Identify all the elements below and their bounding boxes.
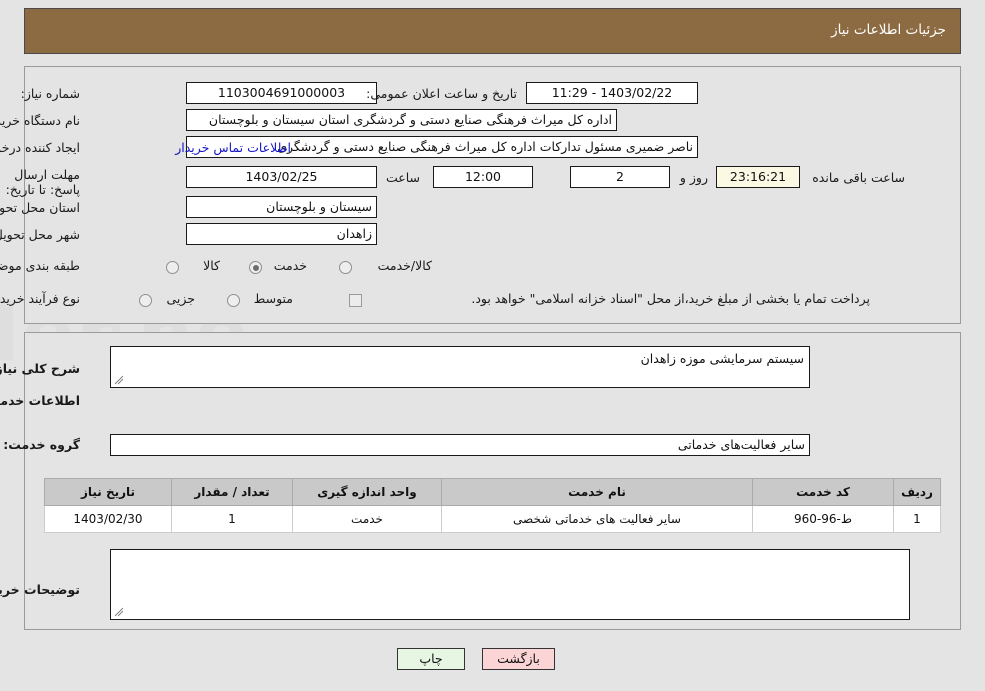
category-radio-kala-khedmat[interactable] — [339, 261, 352, 274]
cell-name: سایر فعالیت های خدماتی شخصی — [441, 505, 753, 533]
general-need-textarea[interactable]: سیستم سرمایشی موزه زاهدان — [110, 346, 810, 388]
page-title: جزئیات اطلاعات نیاز — [831, 22, 946, 38]
remaining-days-value: 2 — [570, 166, 670, 188]
buyer-org-value: اداره کل میراث فرهنگی صنایع دستی و گردشگ… — [186, 109, 617, 131]
need-number-label: شماره نیاز: — [20, 86, 80, 101]
public-announce-value: 1403/02/22 - 11:29 — [526, 82, 698, 104]
public-announce-label: تاریخ و ساعت اعلان عمومی: — [366, 86, 517, 101]
need-number-value: 1103004691000003 — [186, 82, 377, 104]
buyer-notes-textarea[interactable] — [110, 549, 910, 620]
process-label-motavaset: متوسط — [253, 291, 293, 306]
table-row: 1 ط-96-960 سایر فعالیت های خدماتی شخصی خ… — [44, 505, 941, 533]
general-need-value: سیستم سرمایشی موزه زاهدان — [640, 351, 804, 366]
deadline-hour-label: ساعت — [385, 170, 420, 185]
category-label-khedmat: خدمت — [273, 258, 307, 273]
treasury-bond-label: پرداخت تمام یا بخشی از مبلغ خرید،از محل … — [471, 291, 870, 306]
general-need-label: شرح کلی نیاز: — [0, 361, 80, 376]
page-header-bar: جزئیات اطلاعات نیاز — [24, 8, 961, 54]
service-group-value: سایر فعالیت‌های خدماتی — [110, 434, 810, 456]
process-radio-motavaset[interactable] — [227, 294, 240, 307]
col-unit: واحد اندازه گیری — [292, 478, 442, 506]
countdown-label: ساعت باقی مانده — [812, 170, 905, 185]
col-date: تاریخ نیاز — [44, 478, 172, 506]
services-table: ردیف کد خدمت نام خدمت واحد اندازه گیری ت… — [44, 478, 941, 533]
back-button[interactable]: بازگشت — [482, 648, 555, 670]
col-row: ردیف — [893, 478, 941, 506]
cell-code: ط-96-960 — [752, 505, 894, 533]
buyer-contact-link[interactable]: اطلاعات تماس خریدار — [175, 140, 291, 155]
process-type-label: نوع فرآیند خرید : — [0, 291, 80, 306]
col-code: کد خدمت — [752, 478, 894, 506]
cell-date: 1403/02/30 — [44, 505, 172, 533]
cell-row: 1 — [893, 505, 941, 533]
buyer-notes-label: توضیحات خریدار: — [0, 582, 80, 597]
cell-qty: 1 — [171, 505, 293, 533]
resize-grip-icon-notes[interactable] — [114, 607, 124, 617]
deadline-label: مهلت ارسال پاسخ: تا تاریخ: — [5, 167, 80, 197]
deadline-date-value: 1403/02/25 — [186, 166, 377, 188]
countdown-value: 23:16:21 — [716, 166, 800, 188]
need-info-panel — [24, 66, 961, 324]
category-radio-khedmat[interactable] — [249, 261, 262, 274]
print-button[interactable]: چاپ — [397, 648, 465, 670]
treasury-bond-checkbox[interactable] — [349, 294, 362, 307]
creator-label: ایجاد کننده درخواست: — [0, 140, 80, 155]
table-header-row: ردیف کد خدمت نام خدمت واحد اندازه گیری ت… — [44, 478, 941, 506]
category-label: طبقه بندی موضوعی: — [0, 258, 80, 273]
delivery-city-label: شهر محل تحویل: — [0, 227, 80, 242]
category-radio-kala[interactable] — [166, 261, 179, 274]
delivery-province-label: استان محل تحویل: — [0, 200, 80, 215]
buyer-org-label: نام دستگاه خریدار: — [0, 113, 80, 128]
process-label-jozii: جزیی — [166, 291, 195, 306]
category-label-kala-khedmat: کالا/خدمت — [377, 258, 432, 273]
remaining-days-label: روز و — [679, 170, 708, 185]
resize-grip-icon[interactable] — [114, 375, 124, 385]
services-section-heading: اطلاعات خدمات مورد نیاز — [0, 393, 80, 408]
need-details-page: AriaTender.ne جزئیات اطلاعات نیاز شماره … — [0, 0, 985, 691]
service-group-label: گروه خدمت: — [3, 437, 80, 452]
cell-unit: خدمت — [292, 505, 442, 533]
delivery-province-value: سیستان و بلوچستان — [186, 196, 377, 218]
col-qty: تعداد / مقدار — [171, 478, 293, 506]
category-label-kala: کالا — [203, 258, 220, 273]
deadline-hour-value: 12:00 — [433, 166, 533, 188]
process-radio-jozii[interactable] — [139, 294, 152, 307]
delivery-city-value: زاهدان — [186, 223, 377, 245]
col-name: نام خدمت — [441, 478, 753, 506]
